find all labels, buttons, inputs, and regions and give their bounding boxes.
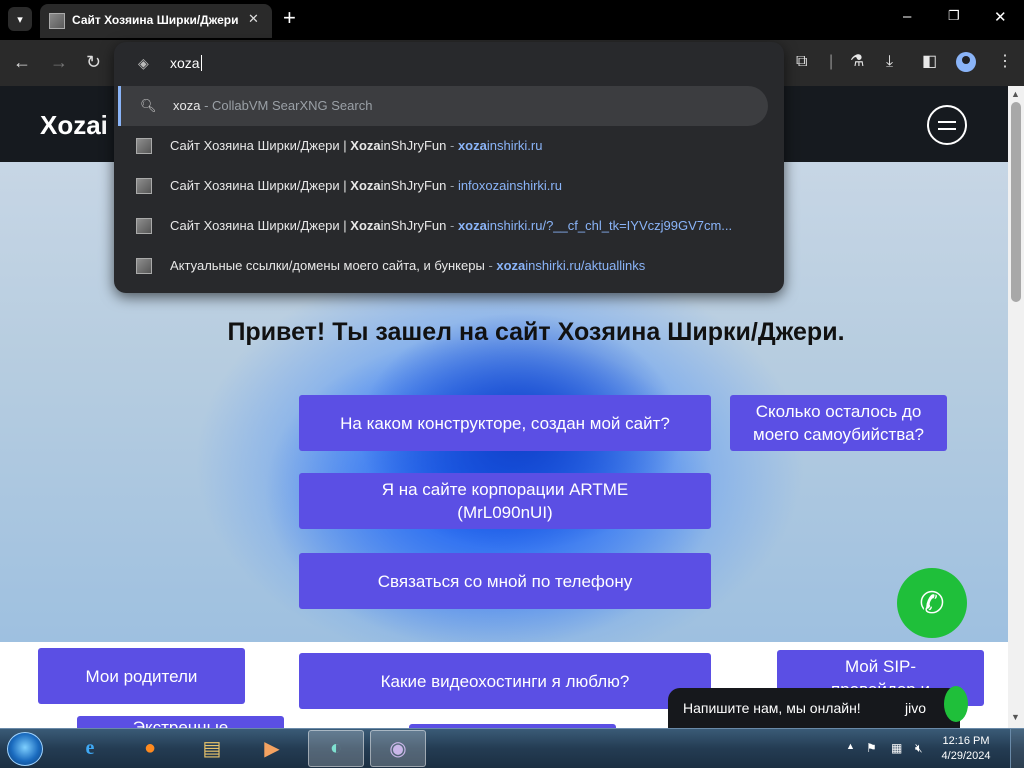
internet-explorer-icon[interactable]: e (62, 730, 118, 767)
windows-taskbar: e ● ▤ ▶ ◐ ◉ ▲ ⚑ ▦ 🔇︎ 12:16 PM 4/29/2024 (0, 728, 1024, 768)
omnibox-suggestion-1[interactable]: Сайт Хозяина Ширки/Джери | XozainShJryFu… (114, 126, 784, 166)
tab-close-icon[interactable]: ✕ (248, 11, 259, 27)
omnibox-suggestion-4[interactable]: Актуальные ссылки/домены моего сайта, и … (114, 246, 784, 286)
suicide-countdown-button[interactable]: Сколько осталось до моего самоубийства? (730, 395, 947, 451)
start-button[interactable] (7, 732, 43, 766)
page-info-icon[interactable]: ◈ (138, 55, 149, 72)
page-scrollbar[interactable]: ▲ ▼ (1008, 86, 1024, 728)
address-bar[interactable]: ◈ xoza (114, 42, 784, 84)
jivo-status-icon (944, 686, 968, 722)
jivo-chat-text: Напишите нам, мы онлайн! (683, 700, 861, 716)
labs-flask-icon[interactable]: ⚗ (850, 52, 864, 72)
active-tab[interactable]: Сайт Хозяина Ширки/Джери ✕ (40, 4, 272, 38)
system-clock[interactable]: 12:16 PM 4/29/2024 (938, 734, 994, 764)
forward-arrow-icon[interactable]: → (50, 52, 68, 72)
tab-favicon-icon (49, 13, 65, 29)
action-center-flag-icon[interactable]: ⚑ (866, 741, 877, 755)
suggestion-text: Актуальные ссылки/домены моего сайта, и … (170, 258, 646, 273)
search-icon: 🔍︎ (140, 98, 157, 113)
tab-strip: ▾ Сайт Хозяина Ширки/Джери ✕ + – ❐ ✕ (0, 0, 1024, 40)
site-favicon-icon (136, 138, 152, 154)
tab-search-button[interactable]: ▾ (8, 7, 32, 31)
clock-date: 4/29/2024 (941, 750, 991, 762)
hamburger-menu-button[interactable] (927, 105, 967, 145)
scroll-down-icon[interactable]: ▼ (1011, 712, 1020, 722)
tab-title: Сайт Хозяина Ширки/Джери (72, 13, 239, 27)
constructor-button[interactable]: На каком конструкторе, создан мой сайт? (299, 395, 711, 451)
site-favicon-icon (136, 218, 152, 234)
firefox-icon[interactable]: ● (122, 730, 178, 767)
phone-contact-button[interactable]: Связаться со мной по телефону (299, 553, 711, 609)
suggestion-text: Сайт Хозяина Ширки/Джери | XozainShJryFu… (170, 178, 562, 193)
scrollbar-thumb[interactable] (1011, 102, 1021, 302)
page-heading: Привет! Ты зашел на сайт Хозяина Ширки/Д… (227, 318, 845, 346)
media-player-icon[interactable]: ▶ (244, 730, 300, 767)
suggestion-text: Сайт Хозяина Ширки/Джери | XozainShJryFu… (170, 138, 543, 153)
site-favicon-icon (136, 258, 152, 274)
omnibox-suggestion-search[interactable]: 🔍︎ xoza - CollabVM SearXNG Search (118, 86, 768, 126)
videohosting-button[interactable]: Какие видеохостинги я люблю? (299, 653, 711, 709)
phone-call-icon[interactable]: ✆ (897, 568, 967, 638)
chrome-taskbar-icon[interactable]: ◉ (370, 730, 426, 767)
address-input[interactable]: xoza (170, 55, 202, 71)
clock-time: 12:16 PM (942, 735, 990, 747)
network-icon[interactable]: ▦ (891, 741, 902, 755)
file-explorer-icon[interactable]: ▤ (184, 730, 240, 767)
restore-button[interactable]: ❐ (948, 8, 960, 24)
close-window-button[interactable]: ✕ (994, 8, 1007, 26)
new-tab-button[interactable]: + (283, 7, 296, 29)
volume-muted-icon[interactable]: 🔇︎ (915, 741, 923, 756)
parents-button[interactable]: Мои родители (38, 648, 245, 704)
omnibox-dropdown: ◈ xoza 🔍︎ xoza - CollabVM SearXNG Search… (114, 42, 784, 293)
minimize-button[interactable]: – (903, 8, 911, 25)
tray-expand-icon[interactable]: ▲ (846, 741, 855, 751)
suggestion-text: xoza - CollabVM SearXNG Search (173, 98, 373, 113)
artme-button[interactable]: Я на сайте корпорации ARTME (MrL090nUI) (299, 473, 711, 529)
extensions-puzzle-icon[interactable]: ⧉ (796, 52, 807, 72)
jivo-chat-widget[interactable]: Напишите нам, мы онлайн! jivo (668, 686, 968, 728)
omnibox-suggestion-2[interactable]: Сайт Хозяина Ширки/Джери | XozainShJryFu… (114, 166, 784, 206)
emergency-button[interactable]: Экстренные (77, 716, 284, 728)
more-menu-icon[interactable]: ⋮ (997, 52, 1013, 72)
reload-icon[interactable]: ↻ (86, 52, 101, 72)
suggestion-text: Сайт Хозяина Ширки/Джери | XozainShJryFu… (170, 218, 733, 233)
site-favicon-icon (136, 178, 152, 194)
taskbar-app-active-icon[interactable]: ◐ (308, 730, 364, 767)
jivo-logo: jivo (905, 700, 927, 716)
download-icon[interactable]: ⤓ (886, 52, 893, 72)
scroll-up-icon[interactable]: ▲ (1011, 89, 1020, 99)
profile-avatar-icon[interactable] (956, 52, 976, 72)
toolbar-divider: | (829, 53, 834, 70)
back-arrow-icon[interactable]: ← (13, 52, 31, 72)
show-desktop-button[interactable] (1010, 729, 1024, 768)
omnibox-suggestion-3[interactable]: Сайт Хозяина Ширки/Джери | XozainShJryFu… (114, 206, 784, 246)
site-logo[interactable]: Xozai (40, 110, 108, 141)
side-panel-icon[interactable]: ◧ (922, 52, 937, 72)
